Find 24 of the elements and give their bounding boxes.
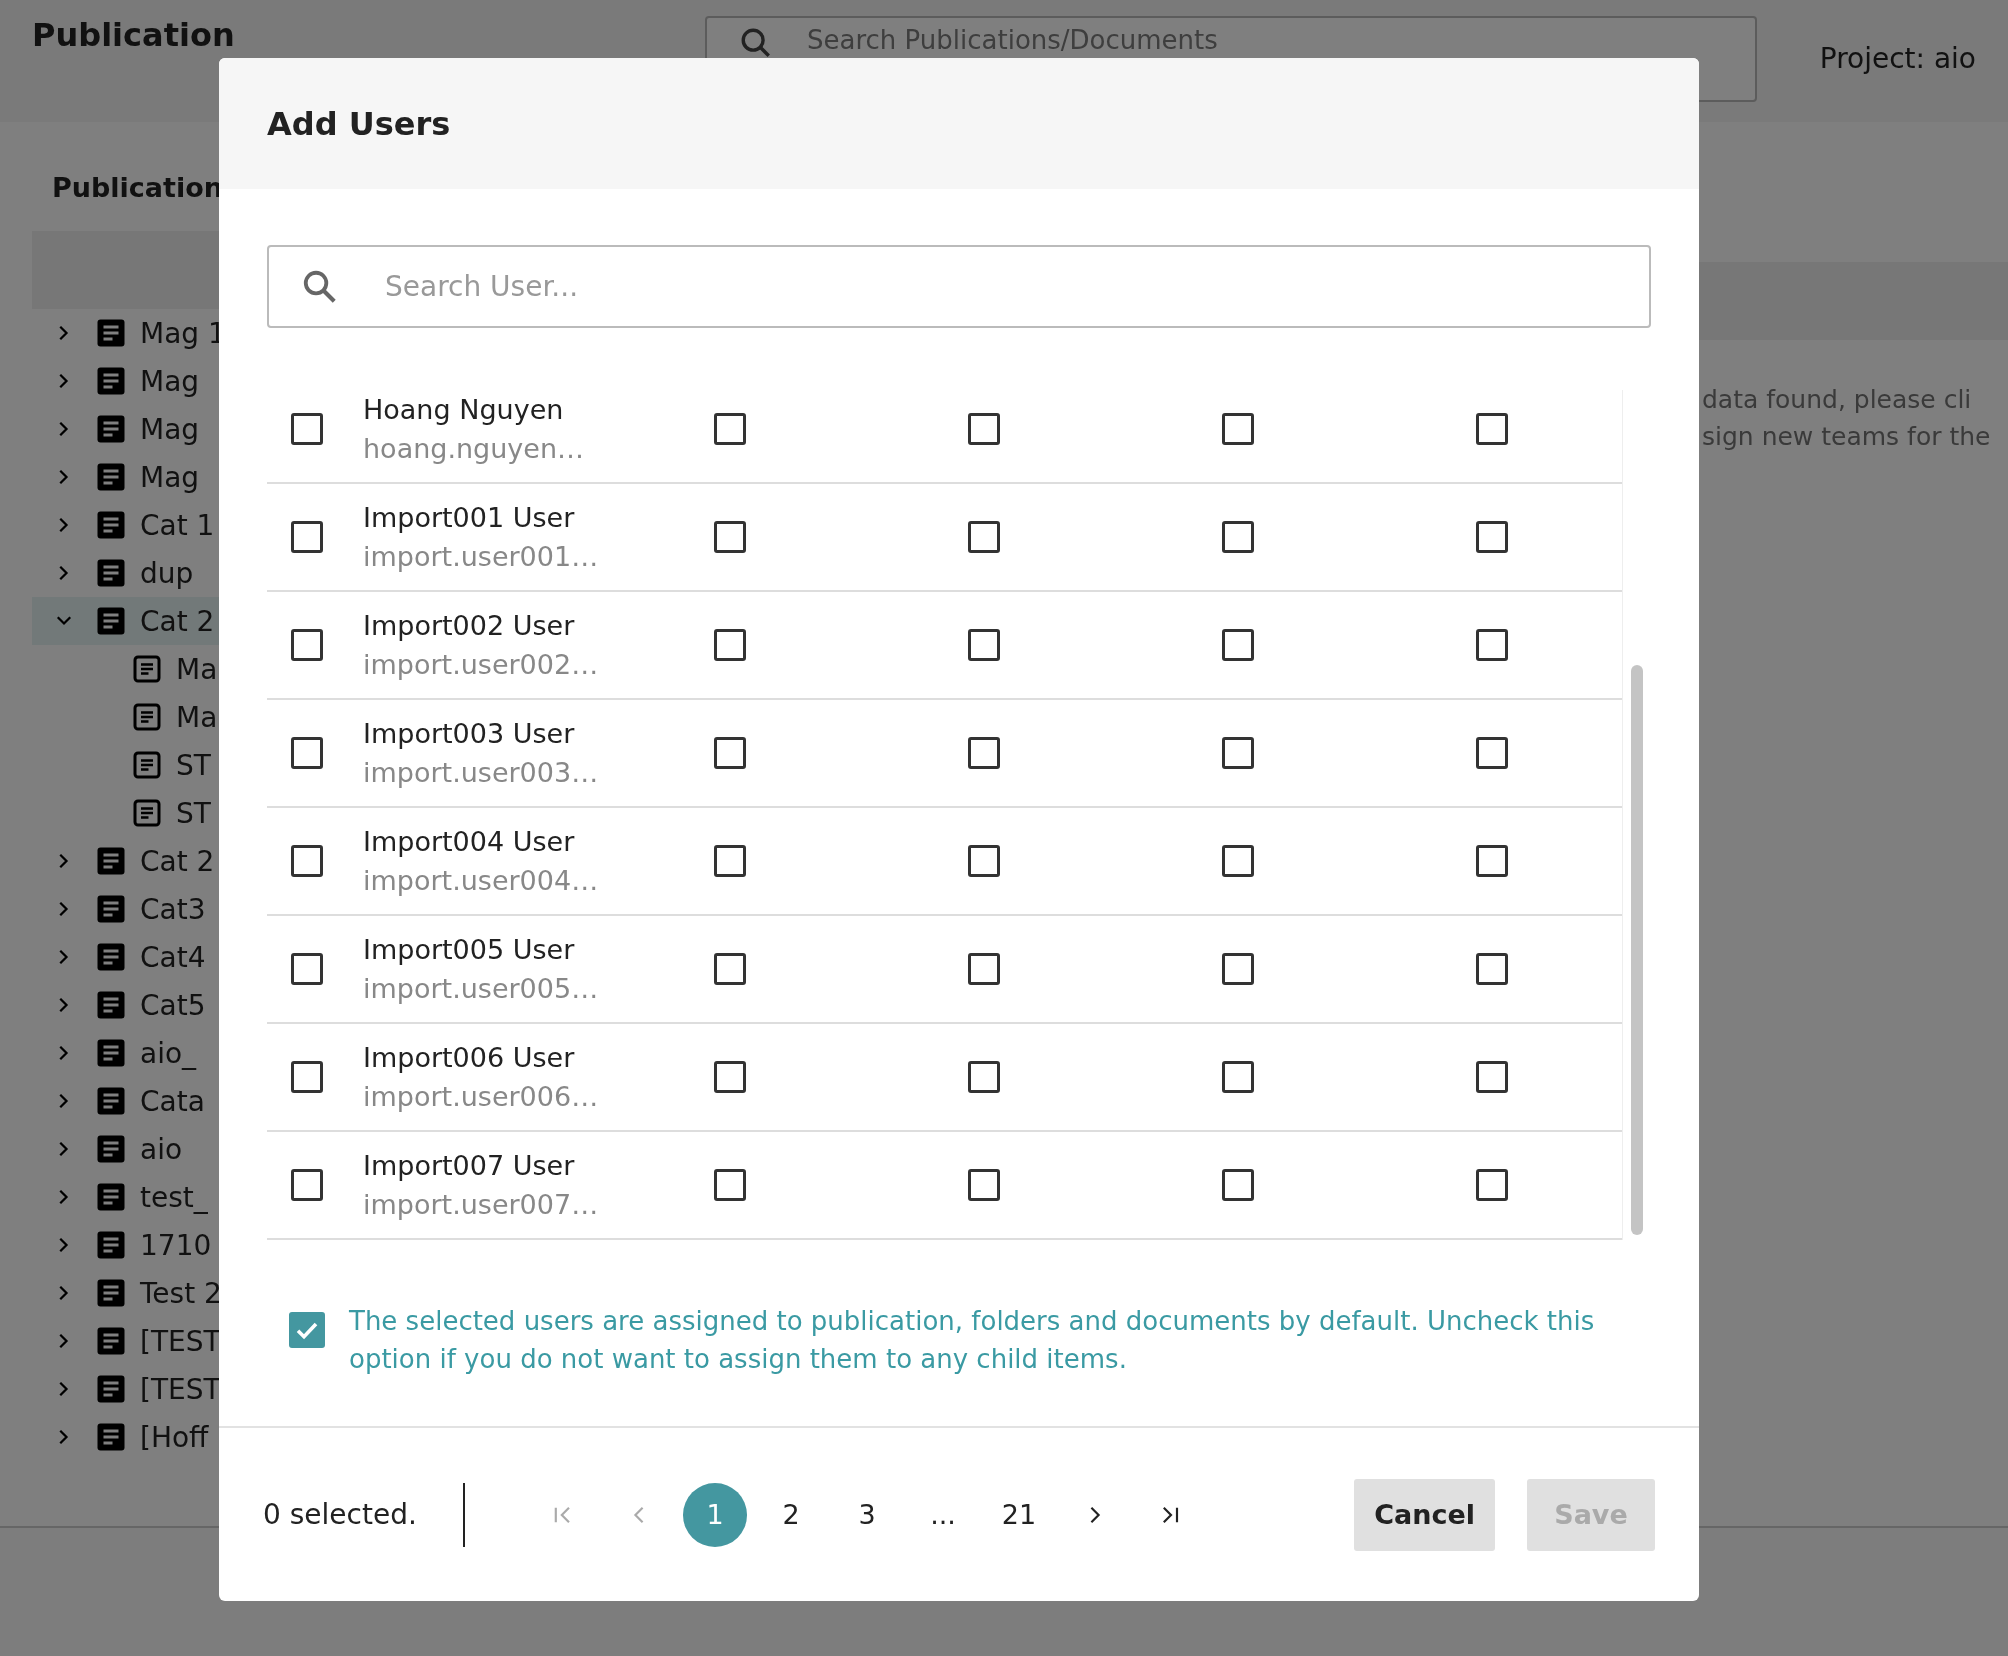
user-name: Hoang Nguyen — [363, 394, 565, 425]
user-name: Import001 User — [363, 502, 576, 533]
user-email: import.user001… — [363, 541, 600, 572]
user-email: import.user005… — [363, 973, 600, 1004]
empty-message: sign new teams for the — [1702, 422, 1992, 451]
user-email: import.user006… — [363, 1081, 600, 1112]
project-label: Project: aio — [1819, 42, 1976, 75]
dialog-title: Add Users — [267, 104, 451, 143]
user-name: Import004 User — [363, 826, 576, 857]
section-title: Publication — [52, 172, 223, 203]
page-title: Publication — [32, 16, 236, 54]
empty-message: data found, please cli — [1702, 385, 1973, 414]
selected-count: 0 selected. — [263, 1498, 418, 1531]
user-email: import.user004… — [363, 865, 600, 896]
user-email: hoang.nguyen… — [363, 433, 586, 464]
assign-note: The selected users are assigned to publication, folders and documents by default. Uncheck this option if you do not want to assign them to any child items. — [349, 1305, 1596, 1376]
user-name: Import007 User — [363, 1150, 576, 1181]
user-name: Import003 User — [363, 718, 576, 749]
user-name: Import006 User — [363, 1042, 576, 1073]
user-email: import.user002… — [363, 649, 600, 680]
user-email: import.user003… — [363, 757, 600, 788]
user-email: import.user007… — [363, 1189, 600, 1220]
user-name: Import002 User — [363, 610, 576, 641]
user-name: Import005 User — [363, 934, 576, 965]
